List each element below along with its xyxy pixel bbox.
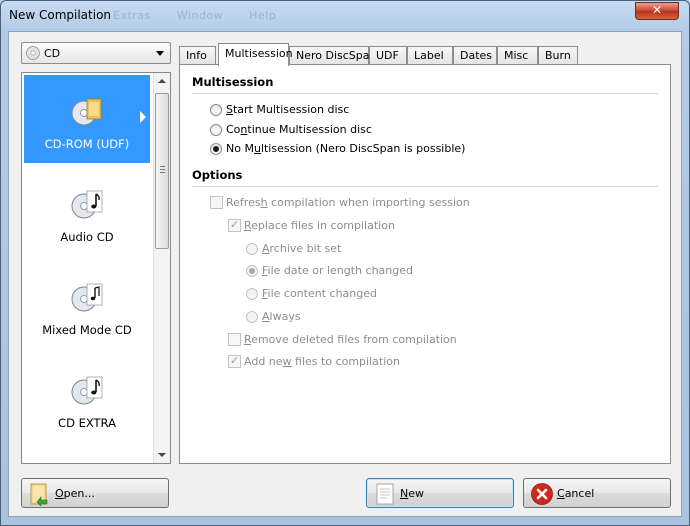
cd-extra-icon (71, 376, 103, 405)
tab-burn[interactable]: Burn (538, 46, 578, 65)
always-label: Always (262, 310, 301, 323)
section-divider (192, 93, 658, 94)
new-button-label: New (400, 487, 424, 500)
tab-info[interactable]: Info (179, 46, 216, 65)
list-scrollbar[interactable] (153, 73, 170, 463)
audio-cd-icon (71, 190, 103, 219)
list-item-audio-cd[interactable]: Audio CD (24, 168, 150, 256)
checkbox-add-new-files[interactable] (228, 354, 241, 368)
open-button[interactable]: Open... (21, 478, 169, 508)
list-item-label: CD EXTRA (58, 416, 116, 430)
radio-archive-bit[interactable] (246, 243, 258, 255)
checkbox-refresh-compilation[interactable] (210, 196, 223, 209)
tab-label[interactable]: Label (407, 46, 453, 65)
radio-no-multisession[interactable] (210, 143, 222, 155)
radio-always[interactable] (246, 311, 258, 323)
disc-type-dropdown[interactable]: CD (21, 42, 171, 64)
mixed-mode-cd-icon (71, 283, 103, 312)
scroll-down-icon[interactable] (154, 447, 170, 463)
list-item-label: Mixed Mode CD (42, 323, 132, 337)
radio-start-multisession[interactable] (210, 104, 222, 116)
cancel-button-label: Cancel (557, 487, 595, 500)
disc-type-value: CD (44, 47, 61, 60)
options-section-title: Options (192, 168, 243, 182)
start-multisession-label: Start Multisession disc (226, 103, 350, 116)
cd-icon (26, 46, 40, 60)
tab-udf[interactable]: UDF (369, 46, 407, 65)
ghost-menu-extras: Extras (113, 9, 151, 22)
list-item-mixed-mode-cd[interactable]: Mixed Mode CD (24, 261, 150, 349)
tab-dates[interactable]: Dates (453, 46, 497, 65)
list-item-label: Audio CD (60, 230, 114, 244)
ghost-menu-window: Window (176, 9, 224, 22)
grip-icon (160, 166, 165, 173)
compilation-type-list: CD-ROM (UDF) Audio CD Mixed Mode CD CD E… (21, 72, 171, 464)
window-title: New Compilation (9, 8, 112, 22)
refresh-compilation-label: Refresh compilation when importing sessi… (226, 196, 470, 209)
scroll-up-icon[interactable] (154, 73, 170, 89)
cd-rom-folder-icon (71, 98, 102, 126)
dialog-client-area: CD CD-ROM (UDF) Audio CD Mixed Mode CD C… (8, 31, 682, 517)
tab-nero-discspan[interactable]: Nero DiscSpan (289, 46, 377, 65)
remove-deleted-label: Remove deleted files from compilation (244, 333, 457, 346)
tab-misc[interactable]: Misc (497, 46, 538, 65)
close-button[interactable]: ✕ (635, 2, 679, 20)
scroll-thumb[interactable] (155, 93, 169, 249)
title-bar[interactable]: New Compilation Extras Window Help ✕ (1, 1, 689, 29)
checkbox-replace-files[interactable] (228, 218, 241, 232)
replace-files-label: Replace files in compilation (244, 219, 395, 232)
close-icon: ✕ (651, 3, 663, 17)
chevron-down-icon (156, 51, 164, 56)
list-item-cd-rom-udf[interactable]: CD-ROM (UDF) (24, 75, 150, 163)
archive-bit-label: Archive bit set (262, 242, 342, 255)
ghost-menu-help: Help (249, 9, 277, 22)
open-button-label: Open... (55, 487, 95, 500)
new-compilation-window: New Compilation Extras Window Help ✕ CD (0, 0, 690, 526)
add-new-files-label: Add new files to compilation (244, 355, 400, 368)
file-content-label: File content changed (262, 287, 377, 300)
selection-arrow-icon (140, 111, 146, 123)
no-multisession-label: No Multisession (Nero DiscSpan is possib… (226, 142, 466, 155)
continue-multisession-label: Continue Multisession disc (226, 123, 372, 136)
radio-file-content[interactable] (246, 288, 258, 300)
multisession-panel: Multisession Start Multisession disc Con… (179, 64, 671, 464)
list-item-cd-extra[interactable]: CD EXTRA (24, 354, 150, 442)
tab-multisession[interactable]: Multisession (218, 43, 293, 66)
cancel-button[interactable]: Cancel (523, 478, 671, 508)
radio-file-date[interactable] (246, 265, 258, 277)
file-date-label: File date or length changed (262, 264, 413, 277)
background-menu: Extras Window Help (113, 9, 298, 22)
section-divider (192, 186, 658, 187)
radio-continue-multisession[interactable] (210, 124, 222, 136)
new-button[interactable]: New (366, 478, 514, 508)
multisession-section-title: Multisession (192, 75, 274, 89)
checkbox-remove-deleted[interactable] (228, 333, 241, 346)
list-item-label: CD-ROM (UDF) (44, 137, 130, 151)
